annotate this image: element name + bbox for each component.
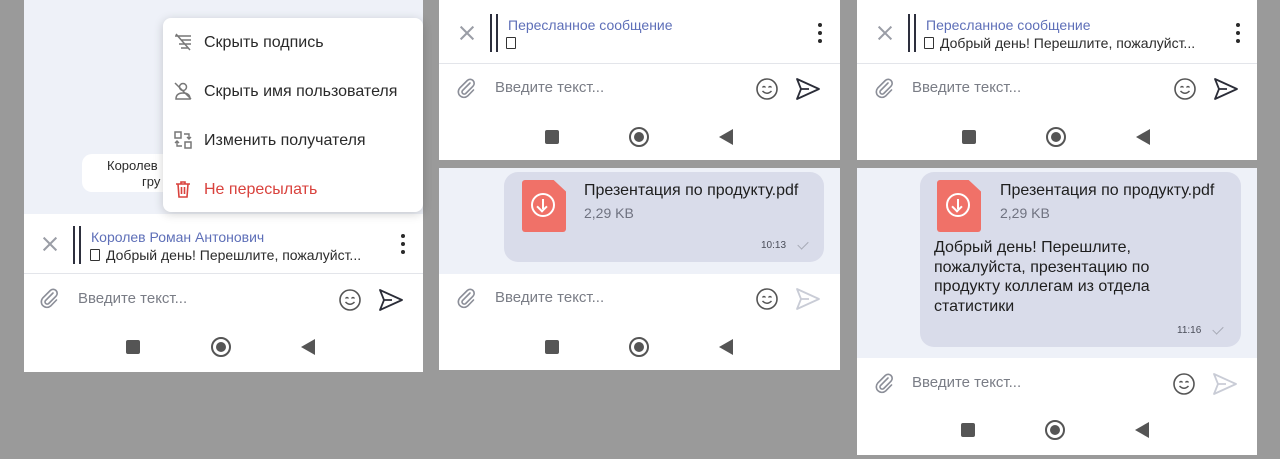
hide-caption-icon <box>175 33 191 51</box>
emoji-icon[interactable] <box>1172 372 1196 396</box>
menu-item-hide-username[interactable]: Скрыть имя пользователя <box>163 69 423 113</box>
forward-title: Пересланное сообщение <box>508 17 673 33</box>
message-input[interactable]: Введите текст... <box>912 79 1021 96</box>
quote-bar <box>73 226 81 264</box>
compose-area <box>857 358 1257 455</box>
emoji-icon[interactable] <box>755 77 779 101</box>
quote-bar <box>908 14 916 52</box>
recent-apps-icon[interactable] <box>962 130 976 144</box>
attach-icon[interactable] <box>872 76 896 100</box>
send-icon[interactable] <box>378 288 404 312</box>
more-options-icon[interactable] <box>817 23 823 45</box>
close-icon[interactable] <box>874 22 896 44</box>
menu-item-label: Скрыть подпись <box>204 34 324 51</box>
download-icon <box>946 193 970 217</box>
home-icon[interactable] <box>1046 127 1066 147</box>
file-message-bubble[interactable]: Презентация по продукту.pdf 2,29 KB 10:1… <box>504 172 824 262</box>
context-menu: Скрыть подпись Скрыть имя пользователя И… <box>163 18 423 212</box>
file-name: Презентация по продукту.pdf <box>1000 182 1215 199</box>
attach-icon[interactable] <box>454 286 478 310</box>
document-icon <box>924 37 934 49</box>
forward-preview <box>506 35 796 51</box>
forward-author: Королев Роман Антонович <box>91 229 265 245</box>
more-options-icon[interactable] <box>400 234 406 256</box>
recent-apps-icon[interactable] <box>545 130 559 144</box>
back-icon[interactable] <box>301 339 315 355</box>
home-icon[interactable] <box>1045 420 1065 440</box>
recent-apps-icon[interactable] <box>961 423 975 437</box>
menu-item-label: Скрыть имя пользователя <box>204 83 398 100</box>
menu-item-hide-caption[interactable]: Скрыть подпись <box>163 20 423 64</box>
message-text: Королев <box>107 158 158 173</box>
emoji-icon[interactable] <box>1173 77 1197 101</box>
pdf-file-icon[interactable] <box>937 180 981 232</box>
recent-apps-icon[interactable] <box>126 340 140 354</box>
divider <box>439 63 840 64</box>
file-name: Презентация по продукту.pdf <box>584 182 799 199</box>
forward-preview-text: Добрый день! Перешлите, пожалуйст... <box>940 35 1196 51</box>
back-icon[interactable] <box>719 129 733 145</box>
quote-bar <box>490 14 498 52</box>
message-time: 10:13 <box>761 240 787 251</box>
document-icon <box>506 37 516 49</box>
download-icon <box>531 193 555 217</box>
sent-check-icon <box>797 238 809 250</box>
close-icon[interactable] <box>39 233 61 255</box>
send-icon[interactable] <box>1212 372 1238 396</box>
close-icon[interactable] <box>456 22 478 44</box>
trash-icon <box>176 181 190 198</box>
home-icon[interactable] <box>629 127 649 147</box>
message-time: 11:16 <box>1177 325 1202 336</box>
hide-user-icon <box>174 82 192 100</box>
more-options-icon[interactable] <box>1235 23 1241 45</box>
message-input[interactable]: Введите текст... <box>495 79 604 96</box>
message-input[interactable]: Введите текст... <box>912 374 1021 391</box>
file-size: 2,29 KB <box>584 205 634 221</box>
back-icon[interactable] <box>719 339 733 355</box>
attach-icon[interactable] <box>872 371 896 395</box>
pdf-file-icon[interactable] <box>522 180 566 232</box>
sent-check-icon <box>1212 323 1224 335</box>
attach-icon[interactable] <box>454 76 478 100</box>
back-icon[interactable] <box>1136 129 1150 145</box>
back-icon[interactable] <box>1135 422 1149 438</box>
send-icon[interactable] <box>795 287 821 311</box>
forward-title: Пересланное сообщение <box>926 17 1091 33</box>
document-icon <box>90 249 100 261</box>
divider <box>24 273 423 274</box>
message-input[interactable]: Введите текст... <box>495 289 604 306</box>
menu-item-label: Изменить получателя <box>204 132 366 149</box>
forward-preview-text: Добрый день! Перешлите, пожалуйст... <box>106 247 362 263</box>
divider <box>857 63 1257 64</box>
emoji-icon[interactable] <box>755 287 779 311</box>
home-icon[interactable] <box>629 337 649 357</box>
recent-apps-icon[interactable] <box>545 340 559 354</box>
emoji-icon[interactable] <box>338 288 362 312</box>
message-input[interactable]: Введите текст... <box>78 290 187 307</box>
file-size: 2,29 KB <box>1000 205 1050 221</box>
forward-preview: Добрый день! Перешлите, пожалуйст... <box>90 247 380 263</box>
message-text: гру <box>142 174 161 189</box>
forward-preview: Добрый день! Перешлите, пожалуйст... <box>924 35 1214 51</box>
home-icon[interactable] <box>211 337 231 357</box>
send-icon[interactable] <box>795 77 821 101</box>
send-icon[interactable] <box>1213 77 1239 101</box>
menu-item-do-not-forward[interactable]: Не пересылать <box>163 167 423 211</box>
menu-item-label: Не пересылать <box>204 181 318 198</box>
change-recipient-icon <box>174 131 192 149</box>
menu-item-change-recipient[interactable]: Изменить получателя <box>163 118 423 162</box>
attach-icon[interactable] <box>37 286 61 310</box>
file-message-bubble[interactable]: Презентация по продукту.pdf 2,29 KB Добр… <box>920 172 1241 347</box>
message-text: Добрый день! Перешлите, пожалуйста, през… <box>934 239 1150 315</box>
